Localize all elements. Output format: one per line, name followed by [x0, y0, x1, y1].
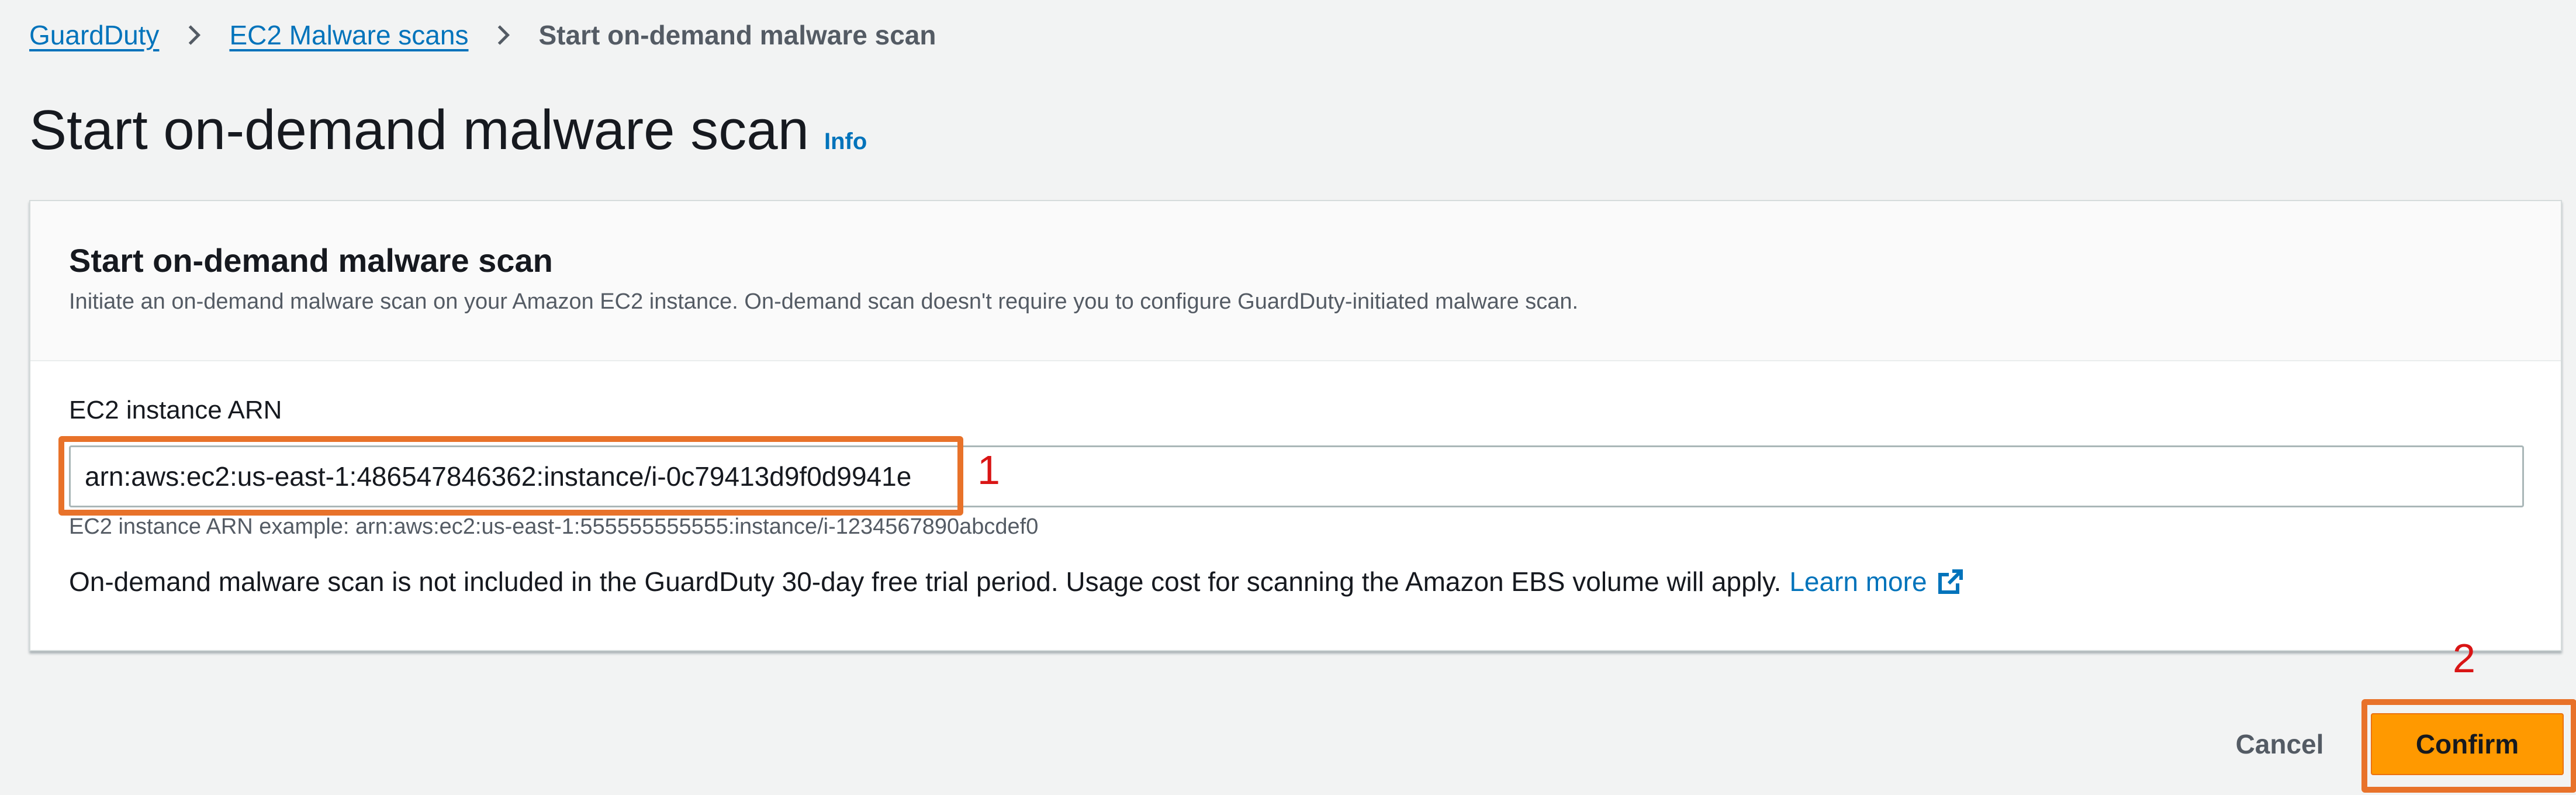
breadcrumb-item-ec2-malware-scans[interactable]: EC2 Malware scans — [229, 19, 468, 51]
external-link-icon — [1937, 568, 1965, 596]
learn-more-link[interactable]: Learn more — [1789, 566, 1964, 597]
page-header: Start on-demand malware scan Info — [29, 98, 867, 163]
page-title: Start on-demand malware scan — [29, 99, 809, 161]
panel-title: Start on-demand malware scan — [69, 242, 553, 279]
panel-body: EC2 instance ARN EC2 instance ARN exampl… — [30, 361, 2561, 597]
page: GuardDuty EC2 Malware scans Start on-dem… — [0, 0, 2576, 795]
cancel-button[interactable]: Cancel — [2221, 718, 2338, 770]
learn-more-label: Learn more — [1789, 566, 1927, 597]
cost-notice: On-demand malware scan is not included i… — [69, 566, 1965, 597]
cost-notice-text: On-demand malware scan is not included i… — [69, 566, 1782, 597]
chevron-right-icon — [492, 23, 515, 47]
confirm-button[interactable]: Confirm — [2371, 713, 2564, 775]
info-link[interactable]: Info — [824, 129, 867, 155]
scan-panel: Start on-demand malware scan Initiate an… — [29, 200, 2562, 651]
panel-description: Initiate an on-demand malware scan on yo… — [69, 289, 1579, 314]
chevron-right-icon — [182, 23, 206, 47]
arn-field-hint: EC2 instance ARN example: arn:aws:ec2:us… — [69, 514, 1039, 539]
arn-field-label: EC2 instance ARN — [69, 396, 282, 424]
annotation-number-1: 1 — [977, 447, 1000, 493]
breadcrumb-item-guardduty[interactable]: GuardDuty — [29, 19, 159, 51]
panel-header: Start on-demand malware scan Initiate an… — [30, 201, 2561, 361]
annotation-number-2: 2 — [2453, 635, 2475, 681]
breadcrumb-item-current: Start on-demand malware scan — [538, 20, 936, 50]
arn-input[interactable] — [69, 445, 2524, 507]
breadcrumb: GuardDuty EC2 Malware scans Start on-dem… — [29, 16, 936, 54]
